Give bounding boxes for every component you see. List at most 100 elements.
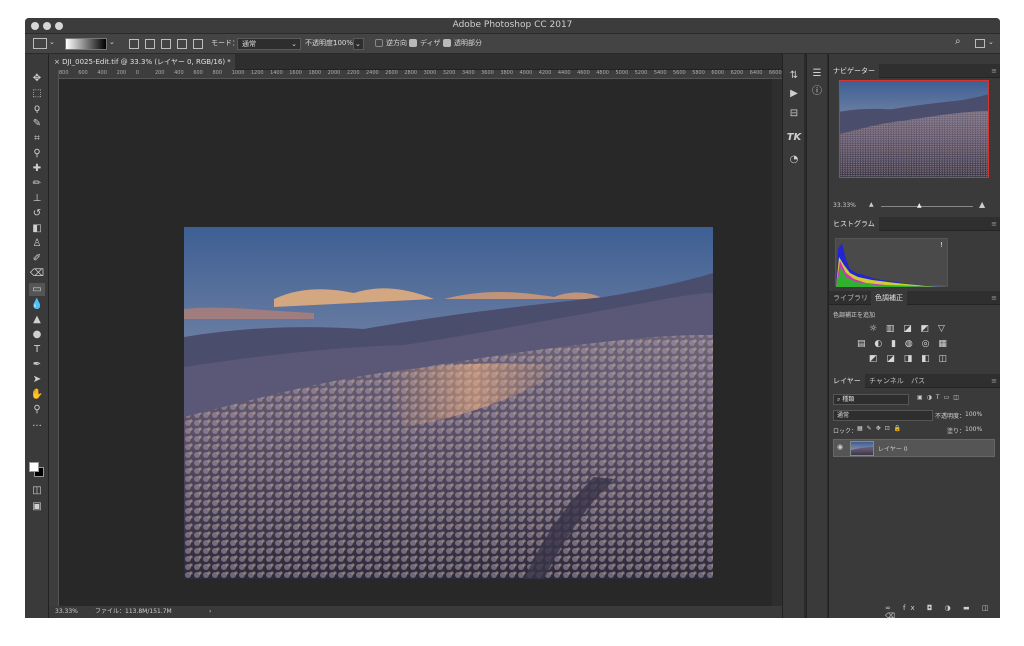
eraser-icon[interactable]: ⌫ xyxy=(29,267,45,280)
type-icon[interactable]: T xyxy=(29,343,45,356)
radial-gradient-icon[interactable] xyxy=(145,39,155,49)
tab-histogram[interactable]: ヒストグラム xyxy=(829,217,879,231)
zoom-out-icon[interactable]: ▲ xyxy=(869,201,874,208)
ruler-tick-label: 4600 xyxy=(577,70,590,76)
vertical-ruler[interactable] xyxy=(49,70,59,606)
adjustment-icons-row-3[interactable]: ◩ ◪ ◨ ◧ ◫ xyxy=(869,354,950,366)
ruler-tick-label: 600 xyxy=(193,70,203,76)
status-arrow[interactable]: › xyxy=(209,606,211,618)
tab-paths[interactable]: パス xyxy=(907,374,929,388)
history-panel-icon[interactable]: ⇅ xyxy=(786,68,802,84)
glyph-panel-icon[interactable]: ◔ xyxy=(786,152,802,168)
adjustment-icons-row-2[interactable]: ▤ ◐ ▮ ◍ ◎ ▦ xyxy=(857,339,950,351)
dodge-icon[interactable]: ● xyxy=(29,328,45,341)
history-brush-icon[interactable]: ✐ xyxy=(29,252,45,265)
chevron-down-icon[interactable]: ⌄ xyxy=(109,38,115,46)
brush-icon[interactable]: ✏ xyxy=(29,177,45,190)
chevron-down-icon[interactable]: ⌄ xyxy=(49,38,55,46)
zoom-slider-thumb[interactable]: ▲ xyxy=(917,202,922,209)
opacity-value[interactable]: 100% xyxy=(333,39,353,48)
layer-footer-icons[interactable]: ∞ fx ◘ ◑ ▬ ◫ ⌫ xyxy=(885,604,1000,618)
visibility-eye-icon[interactable]: ◉ xyxy=(837,443,843,451)
gradient-icon[interactable]: ▭ xyxy=(29,283,45,296)
lasso-icon[interactable]: ϙ xyxy=(29,102,45,115)
opacity-dropdown[interactable]: ⌄ xyxy=(353,38,364,50)
move-icon[interactable]: ✥ xyxy=(29,72,45,85)
stamp-icon[interactable]: ♙ xyxy=(29,237,45,250)
history-brush-icon[interactable]: ↺ xyxy=(29,207,45,220)
linear-gradient-icon[interactable] xyxy=(129,39,139,49)
healing-icon[interactable]: ✚ xyxy=(29,162,45,175)
character-panel-icon[interactable]: TK xyxy=(786,130,802,146)
document-tab[interactable]: × DJI_0025-Edit.tif @ 33.3% (レイヤー 0, RGB… xyxy=(49,54,235,70)
canvas-area[interactable] xyxy=(59,79,772,606)
panel-menu-icon[interactable]: ≡ xyxy=(991,291,997,305)
ruler-tick-label: 400 xyxy=(97,70,107,76)
sharpen-icon[interactable]: ▲ xyxy=(29,313,45,326)
tab-navigator[interactable]: ナビゲーター xyxy=(829,64,879,78)
panel-menu-icon[interactable]: ≡ xyxy=(991,64,997,78)
zoom-in-icon[interactable]: ▲ xyxy=(979,200,985,209)
vertical-scrollbar[interactable] xyxy=(772,79,782,606)
ruler-tick-label: 2200 xyxy=(346,70,360,76)
adjustment-icons-row-1[interactable]: ☼ ▥ ◪ ◩ ▽ xyxy=(869,324,948,336)
layer-opacity-value[interactable]: 100% xyxy=(965,411,982,418)
workspace-icon[interactable] xyxy=(975,39,985,48)
chevron-down-icon[interactable]: ⌄ xyxy=(988,38,994,46)
dither-checkbox[interactable] xyxy=(409,39,417,47)
close-icon[interactable]: × xyxy=(54,58,60,66)
path-select-icon[interactable]: ➤ xyxy=(29,373,45,386)
status-zoom[interactable]: 33.33% xyxy=(55,606,78,618)
foreground-color-swatch[interactable] xyxy=(29,462,39,472)
eraser-icon[interactable]: ◧ xyxy=(29,222,45,235)
actions-panel-icon[interactable]: ▶ xyxy=(786,86,802,102)
search-icon[interactable]: ⌕ xyxy=(955,36,961,47)
layer-row[interactable]: ◉ レイヤー 0 xyxy=(833,439,995,457)
screen-mode-icon[interactable]: ▣ xyxy=(29,500,45,513)
blend-mode-select[interactable]: 通常 xyxy=(833,410,933,421)
hand-icon[interactable]: ✋ xyxy=(29,388,45,401)
histogram-warning-icon[interactable]: ! xyxy=(940,241,943,249)
tab-channels[interactable]: チャンネル xyxy=(865,374,908,388)
crop-icon[interactable]: ⌗ xyxy=(29,132,45,145)
eyedropper-icon[interactable]: ⚲ xyxy=(29,147,45,160)
panel-menu-icon[interactable]: ≡ xyxy=(991,374,997,388)
navigator-zoom-value[interactable]: 33.33% xyxy=(833,202,856,209)
gradient-preview[interactable] xyxy=(65,38,107,50)
fill-value[interactable]: 100% xyxy=(965,426,982,433)
properties-panel-icon[interactable]: ☰ xyxy=(809,66,825,82)
diamond-gradient-icon[interactable] xyxy=(193,39,203,49)
more-icon[interactable]: ··· xyxy=(29,420,45,433)
marquee-icon[interactable]: ⬚ xyxy=(29,87,45,100)
mode-label: モード： xyxy=(211,39,239,47)
transparency-checkbox[interactable] xyxy=(443,39,451,47)
lock-icons[interactable]: ▦✎✥⊡🔒 xyxy=(857,425,905,432)
tab-library[interactable]: ライブラリ xyxy=(829,291,872,305)
zoom-slider-track[interactable] xyxy=(881,206,973,207)
stamp-icon[interactable]: ⊥ xyxy=(29,192,45,205)
quick-select-icon[interactable]: ✎ xyxy=(29,117,45,130)
ruler-tick-label: 200 xyxy=(154,70,165,76)
tab-layers[interactable]: レイヤー xyxy=(829,374,865,388)
zoom-icon[interactable]: ⚲ xyxy=(29,403,45,416)
blur-icon[interactable]: 💧 xyxy=(29,298,45,311)
pen-icon[interactable]: ✒ xyxy=(29,358,45,371)
quick-mask-icon[interactable]: ◫ xyxy=(29,484,45,497)
document-image[interactable] xyxy=(184,227,713,579)
layer-filter-select[interactable]: ⌕ 種類 xyxy=(833,394,909,405)
horizontal-ruler[interactable]: 800 600 400 200 0 200 400 600 800 1000 1200 1400 160… xyxy=(59,70,782,79)
mode-select[interactable]: 通常 ⌄ xyxy=(237,38,301,50)
panel-menu-icon[interactable]: ≡ xyxy=(991,217,997,231)
reflected-gradient-icon[interactable] xyxy=(177,39,187,49)
navigator-thumbnail[interactable] xyxy=(839,80,989,178)
angle-gradient-icon[interactable] xyxy=(161,39,171,49)
reverse-checkbox[interactable] xyxy=(375,39,383,47)
tool-preset-icon[interactable] xyxy=(33,38,47,49)
ruler-tick-label: 1600 xyxy=(289,70,302,76)
layer-name[interactable]: レイヤー 0 xyxy=(878,444,908,453)
ruler-tick-label: 2400 xyxy=(366,70,379,76)
brush-panel-icon[interactable]: ⊟ xyxy=(786,106,802,122)
layer-filter-icons[interactable]: ▣◑T▭◫ xyxy=(917,394,963,401)
info-icon[interactable]: ⓘ xyxy=(809,84,825,100)
tab-adjustments[interactable]: 色調補正 xyxy=(871,291,907,305)
